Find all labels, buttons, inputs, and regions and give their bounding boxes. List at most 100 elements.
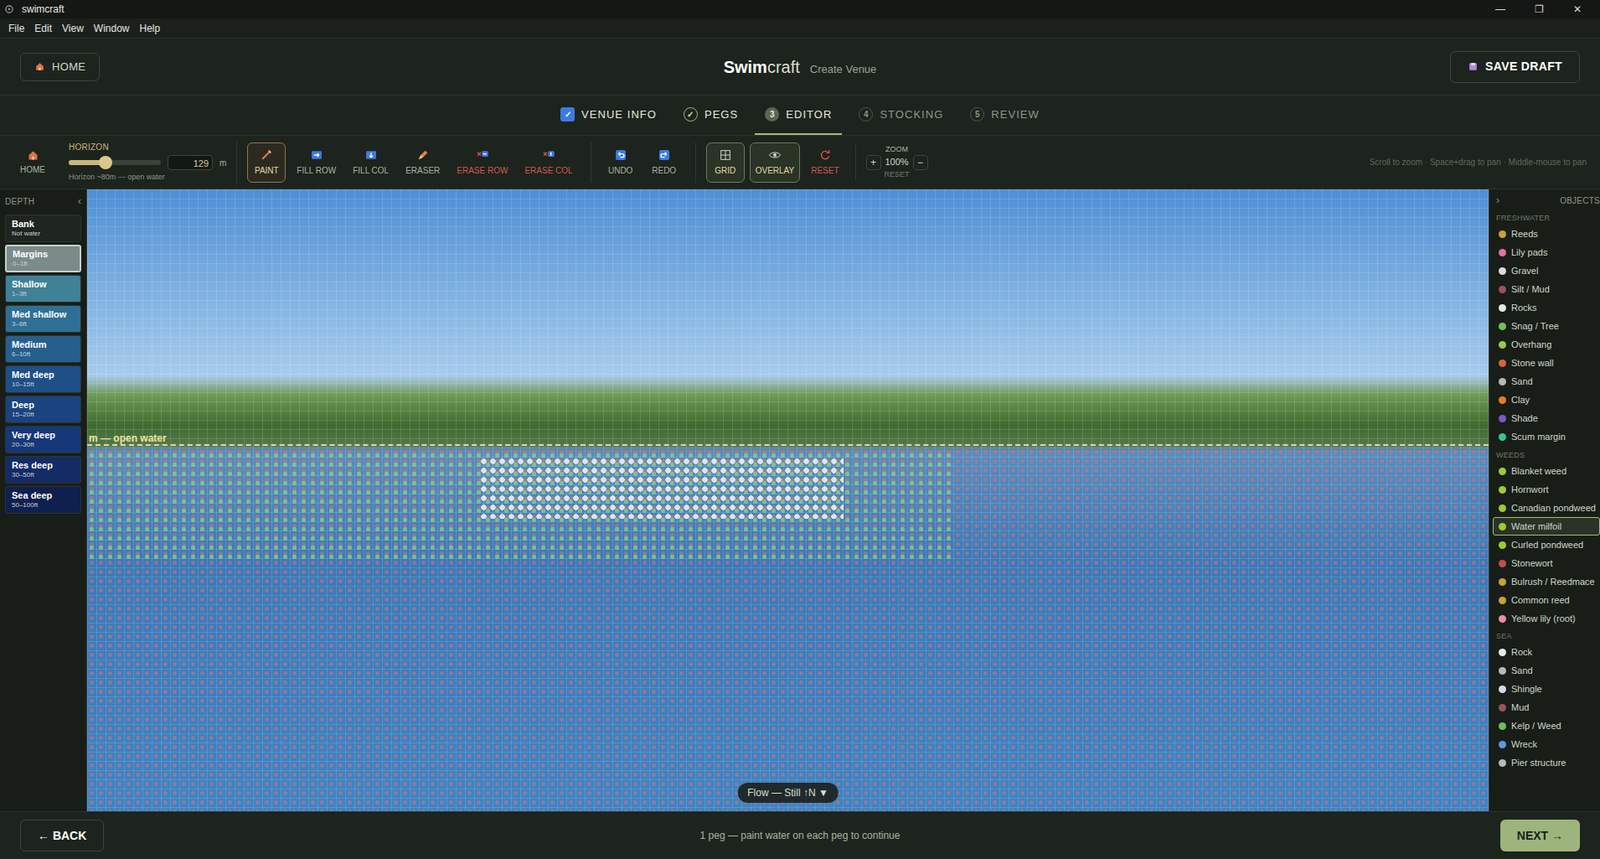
step-tab[interactable]: 3EDITOR (754, 95, 842, 135)
home-label: HOME (51, 58, 86, 76)
object-swatch-icon (1498, 722, 1507, 730)
object-swatch-icon (1498, 578, 1507, 586)
tool-label: ERASE ROW (456, 164, 508, 177)
tool-button[interactable]: REDO (645, 142, 684, 183)
tool-button[interactable]: OVERLAY (749, 142, 801, 183)
tool-button[interactable]: ERASE ROW (450, 142, 514, 183)
tool-button[interactable]: FILL COL (346, 142, 395, 183)
depth-option[interactable]: Margins0–1ft (5, 244, 82, 273)
tool-label: REDO (651, 164, 677, 177)
venue-canvas[interactable]: m — open waterFlow — Still ↑N ▼ (87, 189, 1489, 811)
object-item[interactable]: Sand (1492, 661, 1600, 681)
tool-button[interactable]: FILL ROW (290, 142, 342, 183)
collapse-button[interactable]: › (1496, 192, 1500, 208)
object-item[interactable]: Shingle (1492, 680, 1600, 699)
tool-button[interactable]: UNDO (601, 142, 640, 183)
object-item[interactable]: Pier structure (1492, 753, 1600, 773)
object-item[interactable]: Stonewort (1492, 553, 1600, 573)
object-paint-overlay (479, 456, 844, 519)
depth-name: Res deep (11, 459, 53, 471)
horizon-line[interactable] (87, 443, 1489, 446)
depth-option[interactable]: Medium6–10ft (5, 335, 82, 363)
depth-range: 20–30ft (11, 440, 35, 450)
object-item[interactable]: Wreck (1492, 735, 1600, 754)
object-label: Sand (1511, 374, 1533, 389)
object-item[interactable]: Silt / Mud (1492, 280, 1600, 300)
tool-button[interactable]: ERASE COL (518, 142, 579, 183)
object-item[interactable]: Snag / Tree (1492, 317, 1600, 336)
object-item[interactable]: Scum margin (1492, 428, 1600, 447)
flow-selector[interactable]: Flow — Still ↑N ▼ (737, 782, 839, 803)
collapse-button[interactable]: ‹ (77, 193, 82, 209)
object-item[interactable]: Blanket weed (1492, 461, 1600, 480)
window-title: swimcraft (21, 1, 65, 17)
tool-button[interactable]: ERASER (399, 142, 446, 183)
object-item[interactable]: Bulrush / Reedmace (1492, 572, 1600, 591)
depth-option[interactable]: Res deep30–50ft (5, 455, 82, 484)
object-swatch-icon (1498, 559, 1507, 568)
object-item[interactable]: Mud (1492, 698, 1600, 718)
depth-name: Med deep (11, 369, 55, 381)
back-button[interactable]: ← BACK (20, 819, 104, 852)
object-item[interactable]: Overhang (1492, 335, 1600, 355)
zoom-reset-button[interactable]: RESET (884, 169, 910, 181)
tool-slot: FILL COL (346, 142, 395, 183)
object-label: Rock (1511, 645, 1533, 660)
object-item[interactable]: Canadian pondweed (1492, 498, 1600, 517)
object-item[interactable]: Rock (1492, 643, 1600, 662)
object-item[interactable]: Common reed (1492, 590, 1600, 610)
object-item[interactable]: Hornwort (1492, 480, 1600, 499)
object-item[interactable]: Lily pads (1492, 243, 1600, 263)
menu-item[interactable]: Window (88, 20, 135, 37)
depth-option[interactable]: Very deep20–30ft (5, 425, 82, 454)
depth-option[interactable]: Med shallow3–6ft (5, 304, 82, 333)
menu-item[interactable]: Help (134, 20, 166, 37)
next-button[interactable]: NEXT → (1500, 819, 1580, 852)
horizon-input[interactable]: 129 (167, 154, 213, 171)
toolbar-home-button[interactable]: HOME (13, 149, 52, 176)
depth-option[interactable]: Deep15–20ft (5, 395, 82, 424)
zoom-in-button[interactable]: + (866, 154, 882, 171)
depth-option[interactable]: Sea deep50–100ft (5, 485, 82, 514)
object-item[interactable]: Shade (1492, 409, 1600, 429)
home-button[interactable]: HOME (20, 52, 100, 82)
horizon-thumb[interactable] (98, 155, 113, 170)
horizon-slider[interactable] (68, 160, 161, 166)
step-tab[interactable]: ✓PEGS (673, 95, 749, 135)
window-control[interactable]: ✕ (1558, 0, 1597, 19)
step-number: 5 (970, 107, 985, 122)
objects-group-title: SEA (1492, 627, 1600, 644)
object-item[interactable]: Rocks (1492, 299, 1600, 318)
object-item[interactable]: Sand (1492, 372, 1600, 392)
object-item[interactable]: Stone wall (1492, 354, 1600, 373)
window-control[interactable]: ❐ (1519, 0, 1559, 19)
object-label: Stonewort (1511, 556, 1554, 571)
object-item[interactable]: Gravel (1492, 262, 1600, 281)
tool-button[interactable]: PAINT (247, 142, 286, 183)
depth-range: 1–3ft (11, 289, 27, 299)
step-tab[interactable]: ✓VENUE INFO (550, 95, 667, 135)
menu-item[interactable]: View (56, 20, 89, 37)
depth-option[interactable]: BankNot water (5, 214, 82, 243)
object-item[interactable]: Reeds (1492, 225, 1600, 244)
window-control[interactable]: — (1481, 0, 1520, 19)
step-tab[interactable]: 5REVIEW (960, 95, 1050, 135)
depth-name: Sea deep (11, 490, 52, 501)
zoom-label: ZOOM (885, 144, 909, 156)
menu-item[interactable]: Edit (29, 20, 57, 37)
depth-option[interactable]: Shallow1–3ft (5, 274, 82, 303)
depth-option[interactable]: Med deep10–15ft (5, 365, 82, 393)
object-item[interactable]: Water milfoil (1492, 516, 1600, 536)
object-item[interactable]: Kelp / Weed (1492, 717, 1600, 736)
tool-slot: PAINT (247, 142, 286, 183)
object-item[interactable]: Curled pondweed (1492, 535, 1600, 554)
zoom-out-button[interactable]: − (913, 154, 929, 171)
object-item[interactable]: Clay (1492, 391, 1600, 410)
save-draft-button[interactable]: SAVE DRAFT (1450, 51, 1580, 83)
tool-button[interactable]: GRID (706, 142, 745, 183)
object-swatch-icon (1498, 230, 1507, 238)
step-tab[interactable]: 4STOCKING (848, 95, 954, 135)
object-item[interactable]: Yellow lily (root) (1492, 609, 1600, 628)
menu-item[interactable]: File (3, 20, 30, 37)
tool-button[interactable]: RESET (805, 142, 845, 183)
